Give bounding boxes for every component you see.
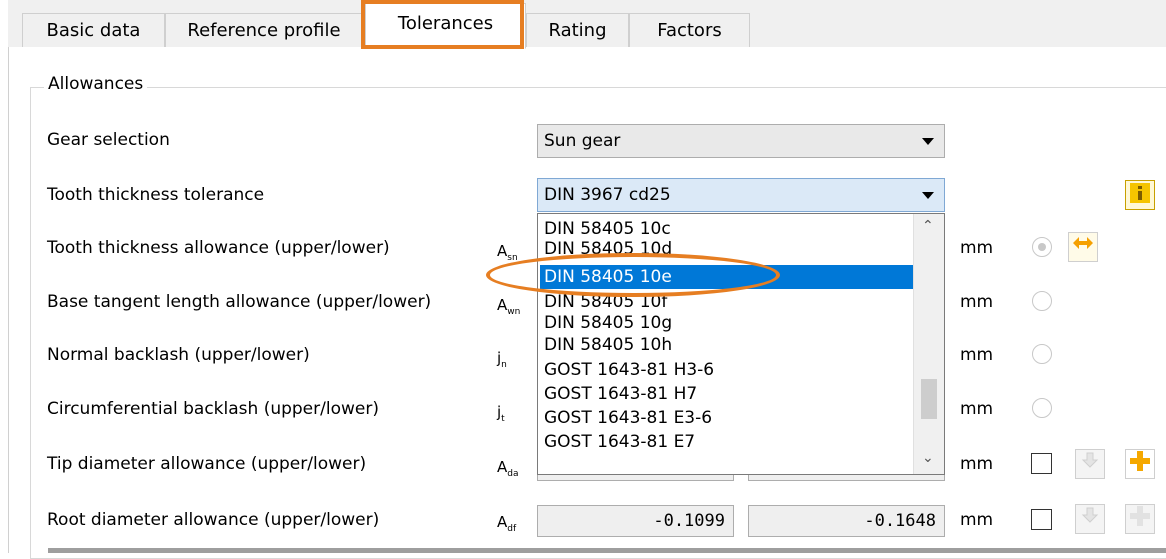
scroll-thumb[interactable]: [921, 379, 937, 419]
root-diameter-plus-button[interactable]: [1125, 504, 1155, 534]
root-diameter-lower-field[interactable]: -0.1648: [748, 505, 945, 537]
symbol-jn: jn: [497, 349, 507, 370]
tab-bar: Basic data Reference profile Tolerances …: [8, 0, 1166, 49]
symbol-asn: Asn: [497, 242, 518, 263]
bottom-divider: [48, 548, 1166, 553]
tooth-thickness-radio[interactable]: [1032, 237, 1052, 257]
normal-backlash-radio[interactable]: [1032, 344, 1052, 364]
info-button[interactable]: [1125, 180, 1155, 210]
root-diameter-label: Root diameter allowance (upper/lower): [47, 510, 380, 530]
gear-selection-value: Sun gear: [544, 131, 621, 151]
swap-button[interactable]: [1068, 232, 1098, 262]
root-diameter-checkbox[interactable]: [1031, 509, 1052, 530]
base-tangent-label: Base tangent length allowance (upper/low…: [47, 292, 432, 312]
chevron-down-icon: [922, 192, 934, 199]
dropdown-option[interactable]: GOST 1643-81 H3-6: [544, 358, 714, 382]
tooth-thickness-allowance-label: Tooth thickness allowance (upper/lower): [47, 238, 390, 258]
tab-reference-profile[interactable]: Reference profile: [165, 13, 363, 47]
group-title: Allowances: [44, 74, 148, 94]
tooth-thickness-tolerance-combo[interactable]: DIN 3967 cd25: [537, 178, 945, 212]
tooth-thickness-tolerance-label: Tooth thickness tolerance: [47, 185, 265, 205]
arrow-down-icon: [1081, 507, 1099, 523]
normal-backlash-label: Normal backlash (upper/lower): [47, 345, 310, 365]
unit-label: mm: [960, 345, 994, 365]
tip-diameter-arrow-button[interactable]: [1075, 449, 1105, 479]
circumferential-backlash-label: Circumferential backlash (upper/lower): [47, 399, 379, 419]
dropdown-option[interactable]: DIN 58405 10g: [544, 311, 672, 335]
arrow-down-icon: [1081, 452, 1099, 468]
root-diameter-upper-field[interactable]: -0.1099: [537, 505, 734, 537]
base-tangent-radio[interactable]: [1032, 291, 1052, 311]
symbol-jt: jt: [497, 403, 505, 424]
plus-icon: [1130, 451, 1150, 471]
dropdown-option[interactable]: DIN 58405 10h: [544, 333, 672, 357]
dropdown-option[interactable]: GOST 1643-81 E7: [544, 430, 695, 454]
dropdown-option-selected[interactable]: DIN 58405 10e: [540, 265, 913, 289]
unit-label: mm: [960, 510, 994, 530]
symbol-ada: Ada: [497, 458, 519, 479]
gear-selection-label: Gear selection: [47, 130, 170, 150]
dropdown-option[interactable]: GOST 1643-81 E3-6: [544, 406, 712, 430]
dropdown-option[interactable]: DIN 58405 10d: [544, 237, 672, 261]
tip-diameter-label: Tip diameter allowance (upper/lower): [47, 454, 367, 474]
chevron-down-icon: [922, 138, 934, 145]
tip-diameter-plus-button[interactable]: [1125, 449, 1155, 479]
unit-label: mm: [960, 238, 994, 258]
info-icon: [1130, 183, 1150, 203]
tab-basic-data[interactable]: Basic data: [22, 13, 165, 47]
tip-diameter-checkbox[interactable]: [1031, 453, 1052, 474]
gear-selection-combo[interactable]: Sun gear: [537, 124, 945, 158]
plus-icon: [1130, 506, 1150, 526]
root-diameter-arrow-button[interactable]: [1075, 504, 1105, 534]
swap-arrows-icon: [1073, 237, 1093, 249]
unit-label: mm: [960, 399, 994, 419]
unit-label: mm: [960, 454, 994, 474]
tooth-thickness-tolerance-value: DIN 3967 cd25: [544, 185, 671, 205]
scroll-up-icon[interactable]: ⌃: [922, 218, 934, 234]
symbol-awn: Awn: [497, 296, 521, 317]
tab-tolerances[interactable]: Tolerances: [365, 3, 526, 49]
symbol-adf: Adf: [497, 513, 517, 534]
unit-label: mm: [960, 292, 994, 312]
tolerance-dropdown-list[interactable]: DIN 58405 10c DIN 58405 10d DIN 58405 10…: [537, 213, 945, 475]
tab-factors[interactable]: Factors: [629, 13, 750, 47]
circ-backlash-radio[interactable]: [1032, 398, 1052, 418]
dropdown-scrollbar[interactable]: ⌃ ⌄: [913, 214, 944, 474]
scroll-down-icon[interactable]: ⌄: [922, 450, 934, 466]
dropdown-option[interactable]: GOST 1643-81 H7: [544, 382, 697, 406]
tab-rating[interactable]: Rating: [526, 13, 629, 47]
